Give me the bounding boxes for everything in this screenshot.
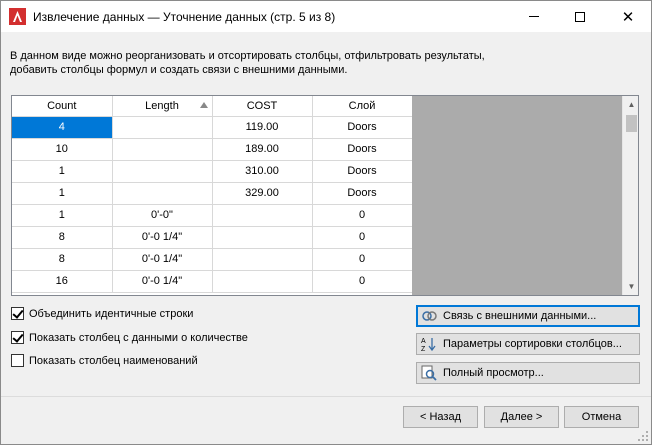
column-header-count[interactable]: Count — [12, 96, 113, 117]
minimize-icon — [529, 16, 539, 17]
preview-magnifier-icon — [421, 365, 437, 381]
cell-count[interactable]: 10 — [12, 138, 113, 161]
table-row[interactable]: 16 0'-0 1/4" 0 — [12, 270, 413, 293]
link-external-icon — [422, 311, 437, 321]
data-grid[interactable]: Count Length COST Слой 4 119.00 Doors 10 189… — [11, 95, 639, 296]
cell-cost[interactable] — [212, 248, 313, 271]
cell-layer[interactable]: Doors — [312, 116, 413, 139]
maximize-button[interactable] — [557, 1, 603, 32]
table-row[interactable]: 4 119.00 Doors — [12, 116, 413, 139]
combine-identical-label: Объединить идентичные строки — [29, 307, 194, 320]
link-external-data-label: Связь с внешними данными... — [443, 310, 597, 322]
cancel-button[interactable]: Отмена — [564, 406, 639, 428]
table-row[interactable]: 8 0'-0 1/4" 0 — [12, 226, 413, 249]
maximize-icon — [575, 11, 585, 22]
next-button[interactable]: Далее > — [484, 406, 559, 428]
cell-cost[interactable] — [212, 270, 313, 293]
autocad-app-icon — [9, 8, 26, 25]
close-icon: ✕ — [621, 8, 635, 26]
sort-columns-label: Параметры сортировки столбцов... — [443, 338, 622, 350]
scroll-down-icon[interactable]: ▼ — [623, 278, 638, 295]
table-row[interactable]: 8 0'-0 1/4" 0 — [12, 248, 413, 271]
title-bar: Извлечение данных — Уточнение данных (ст… — [1, 1, 651, 32]
full-preview-button[interactable]: Полный просмотр... — [416, 362, 640, 384]
column-header-layer[interactable]: Слой — [312, 96, 413, 117]
cell-cost[interactable]: 189.00 — [212, 138, 313, 161]
close-button[interactable]: ✕ — [605, 1, 651, 32]
description-line-1: В данном виде можно реорганизовать и отс… — [10, 50, 485, 62]
window-title: Извлечение данных — Уточнение данных (ст… — [33, 10, 336, 24]
cell-cost[interactable] — [212, 226, 313, 249]
cell-length[interactable]: 0'-0 1/4" — [112, 248, 213, 271]
column-header-length[interactable]: Length — [112, 96, 213, 117]
back-button[interactable]: < Назад — [403, 406, 478, 428]
sort-columns-button[interactable]: A Z Параметры сортировки столбцов... — [416, 333, 640, 355]
svg-text:A: A — [421, 338, 426, 345]
cell-cost[interactable] — [212, 204, 313, 227]
footer-separator — [1, 396, 651, 397]
cell-count[interactable]: 1 — [12, 160, 113, 183]
cell-length[interactable] — [112, 182, 213, 205]
scroll-up-icon[interactable]: ▲ — [623, 96, 638, 113]
checkbox-unchecked-icon[interactable] — [11, 354, 24, 367]
cell-count[interactable]: 8 — [12, 248, 113, 271]
cell-length[interactable]: 0'-0 1/4" — [112, 226, 213, 249]
cell-layer[interactable]: 0 — [312, 204, 413, 227]
table-row[interactable]: 10 189.00 Doors — [12, 138, 413, 161]
show-count-column-label: Показать столбец с данными о количестве — [29, 331, 248, 344]
cell-length[interactable]: 0'-0 1/4" — [112, 270, 213, 293]
cell-length[interactable] — [112, 138, 213, 161]
cell-length[interactable] — [112, 160, 213, 183]
table-row[interactable]: 1 0'-0" 0 — [12, 204, 413, 227]
table-row[interactable]: 1 329.00 Doors — [12, 182, 413, 205]
cell-cost[interactable]: 119.00 — [212, 116, 313, 139]
cell-layer[interactable]: 0 — [312, 248, 413, 271]
show-count-column-checkbox[interactable]: Показать столбец с данными о количестве — [11, 331, 248, 344]
cell-layer[interactable]: Doors — [312, 182, 413, 205]
sort-az-icon: A Z — [421, 338, 436, 352]
grid-empty-area — [412, 96, 622, 295]
vertical-scrollbar[interactable]: ▲ ▼ — [622, 96, 638, 295]
cell-count[interactable]: 16 — [12, 270, 113, 293]
cell-layer[interactable]: Doors — [312, 138, 413, 161]
cell-layer[interactable]: 0 — [312, 270, 413, 293]
full-preview-label: Полный просмотр... — [443, 367, 544, 379]
description: В данном виде можно реорганизовать и отс… — [10, 49, 610, 77]
cell-count[interactable]: 1 — [12, 204, 113, 227]
show-name-column-checkbox[interactable]: Показать столбец наименований — [11, 354, 198, 367]
table-header-row: Count Length COST Слой — [12, 96, 413, 117]
cell-layer[interactable]: 0 — [312, 226, 413, 249]
cell-count[interactable]: 1 — [12, 182, 113, 205]
sort-ascending-icon — [199, 102, 208, 108]
description-line-2: добавить столбцы формул и создать связи … — [10, 64, 348, 76]
table-row[interactable]: 1 310.00 Doors — [12, 160, 413, 183]
data-table: Count Length COST Слой 4 119.00 Doors 10 189… — [12, 96, 413, 293]
cell-count[interactable]: 8 — [12, 226, 113, 249]
checkbox-checked-icon[interactable] — [11, 331, 24, 344]
cell-cost[interactable]: 310.00 — [212, 160, 313, 183]
resize-grip-icon[interactable] — [637, 430, 649, 442]
minimize-button[interactable] — [511, 1, 557, 32]
cell-layer[interactable]: Doors — [312, 160, 413, 183]
cell-count[interactable]: 4 — [12, 116, 113, 139]
scroll-thumb[interactable] — [626, 115, 637, 132]
checkbox-checked-icon[interactable] — [11, 307, 24, 320]
column-header-length-label: Length — [145, 99, 179, 112]
link-external-data-button[interactable]: Связь с внешними данными... — [416, 305, 640, 327]
extraction-dialog: Извлечение данных — Уточнение данных (ст… — [0, 0, 652, 445]
cell-cost[interactable]: 329.00 — [212, 182, 313, 205]
cell-length[interactable]: 0'-0" — [112, 204, 213, 227]
cell-length[interactable] — [112, 116, 213, 139]
show-name-column-label: Показать столбец наименований — [29, 354, 198, 367]
combine-identical-checkbox[interactable]: Объединить идентичные строки — [11, 307, 193, 320]
column-header-cost[interactable]: COST — [212, 96, 313, 117]
svg-text:Z: Z — [421, 346, 426, 352]
